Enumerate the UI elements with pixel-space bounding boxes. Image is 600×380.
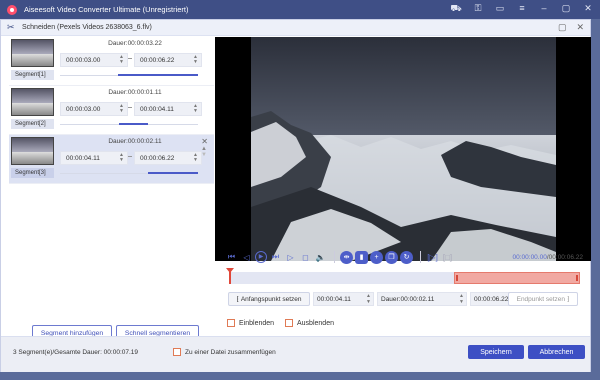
video-preview[interactable] [215,37,591,261]
segment-end-field[interactable]: 00:00:04.11 ▲ ▼ [134,102,202,116]
cancel-button[interactable]: Abbrechen [528,345,585,359]
segment-label: Segment[1] [11,70,54,80]
start-time-field[interactable]: 00:00:04.11 ▲ ▼ [313,292,374,306]
timeline-selection[interactable] [454,272,580,284]
copy-icon[interactable]: ❐ [385,250,398,264]
segment-start-field[interactable]: 00:00:04.11 ▲ ▼ [60,151,128,165]
app-title: Aiseesoft Video Converter Ultimate (Unre… [24,5,189,14]
segment-range-track [60,74,198,76]
segment-list: Segment[1] Dauer:00:00:03.22 00:00:03.00… [9,37,214,332]
stepper-icon[interactable]: ▲▼ [119,153,124,163]
delete-icon[interactable]: ▮ [355,250,368,264]
segment-item-2[interactable]: Segment[2] Dauer:00:00:01.11 00:00:03.00… [9,86,214,135]
stepper-icon[interactable]: ▲▼ [193,55,198,65]
stepper-icon[interactable]: ▲▼ [193,104,198,114]
minimize-icon[interactable]: – [538,3,550,15]
cart-icon[interactable]: ⛟ [450,3,462,15]
fade-in-option[interactable]: Einblenden [227,319,274,327]
segment-end-field[interactable]: 00:00:06.22 ▲ ▼ [134,151,202,165]
menu-icon[interactable]: ≡ [516,3,528,15]
segment-duration: Dauer:00:00:01.11 [108,89,162,96]
key-icon[interactable]: ⚿ [472,3,484,15]
segment-thumbnail [11,39,54,67]
split-icon[interactable]: ⇹ [340,250,353,264]
dialog-maximize-icon[interactable]: ▢ [558,22,567,33]
chat-icon[interactable]: ▭ [494,3,506,15]
maximize-icon[interactable]: ▢ [560,3,572,15]
move-down-icon[interactable]: ▼ [201,152,207,158]
save-button[interactable]: Speichern [468,345,524,359]
segment-label: Segment[3] [11,168,54,178]
stepper-icon[interactable]: ▲▼ [119,104,124,114]
fade-out-option[interactable]: Ausblenden [285,319,334,327]
segment-range [148,172,198,174]
scissors-icon: ✂ [7,22,15,32]
volume-icon[interactable]: 🔈 [314,253,327,262]
stepper-icon[interactable]: ▲▼ [366,293,371,305]
segment-start-field[interactable]: 00:00:03.00 ▲ ▼ [60,53,128,67]
fade-out-checkbox[interactable] [285,319,293,327]
jump-to-start-icon[interactable]: [▷] [426,253,439,262]
skip-end-icon[interactable]: ▷ [284,253,297,262]
set-start-button[interactable]: ⁅ Anfangspunkt setzen [228,292,310,306]
stepper-icon[interactable]: ▲▼ [119,55,124,65]
add-icon[interactable]: + [370,250,383,264]
stepper-icon[interactable]: ▲▼ [459,293,464,305]
merge-option[interactable]: Zu einer Datei zusammenfügen [173,348,276,356]
player-controls: ⏮ ◁ ▶ ⏭ ▷ ◻ 🔈 ⇹ ▮ + ❐ ↻ [▷] [□] 00:00:00… [225,249,585,265]
skip-start-icon[interactable]: ⏮ [225,252,238,262]
segment-label: Segment[2] [11,119,54,129]
segment-range-track [60,172,198,174]
playhead[interactable] [226,268,234,284]
next-frame-icon[interactable]: ⏭ [269,252,282,262]
dialog-close-icon[interactable]: ✕ [576,22,584,33]
duration-field: Dauer:00:00:02.11 ▲ ▼ [377,292,467,306]
video-frame [251,37,556,261]
segment-item-1[interactable]: Segment[1] Dauer:00:00:03.22 00:00:03.00… [9,37,214,86]
segment-range [117,74,198,76]
delete-segment-icon[interactable]: ✕ [201,137,208,146]
segment-summary: 3 Segment(e)/Gesamte Dauer: 00:00:07.19 [13,349,139,356]
trim-point-row: ⁅ Anfangspunkt setzen 00:00:04.11 ▲ ▼ Daue… [228,292,583,306]
dialog-title: Schneiden (Pexels Videos 2638063_6.flv) [22,24,152,31]
segment-duration: Dauer:00:00:03.22 [108,40,162,47]
stop-icon[interactable]: ◻ [299,253,312,262]
segment-range-track [60,123,198,125]
jump-to-end-icon[interactable]: [□] [441,253,454,262]
segment-thumbnail [11,88,54,116]
app-logo [7,4,17,15]
dialog-footer: 3 Segment(e)/Gesamte Dauer: 00:00:07.19 … [1,336,590,372]
segment-duration: Dauer:00:00:02.11 [108,138,162,145]
segment-item-3[interactable]: Segment[3] Dauer:00:00:02.11 00:00:04.11… [9,135,214,184]
trim-dialog: ✂ Schneiden (Pexels Videos 2638063_6.flv… [0,19,591,372]
segment-range [119,123,149,125]
dialog-header: ✂ Schneiden (Pexels Videos 2638063_6.flv… [1,20,590,36]
time-display: 00:00:00.00/00:00:06.22 [512,253,584,261]
play-icon[interactable]: ▶ [255,251,267,263]
set-end-button[interactable]: Endpunkt setzen ⁆ [508,292,578,306]
segment-end-field[interactable]: 00:00:06.22 ▲ ▼ [134,53,202,67]
reset-icon[interactable]: ↻ [400,250,413,264]
segment-start-field[interactable]: 00:00:03.00 ▲ ▼ [60,102,128,116]
prev-frame-icon[interactable]: ◁ [240,253,253,262]
fade-in-checkbox[interactable] [227,319,235,327]
stepper-icon[interactable]: ▲▼ [193,153,198,163]
merge-checkbox[interactable] [173,348,181,356]
close-icon[interactable]: ✕ [582,3,594,15]
app-titlebar: Aiseesoft Video Converter Ultimate (Unre… [0,0,600,19]
segment-thumbnail [11,137,54,165]
timeline[interactable] [226,268,580,284]
